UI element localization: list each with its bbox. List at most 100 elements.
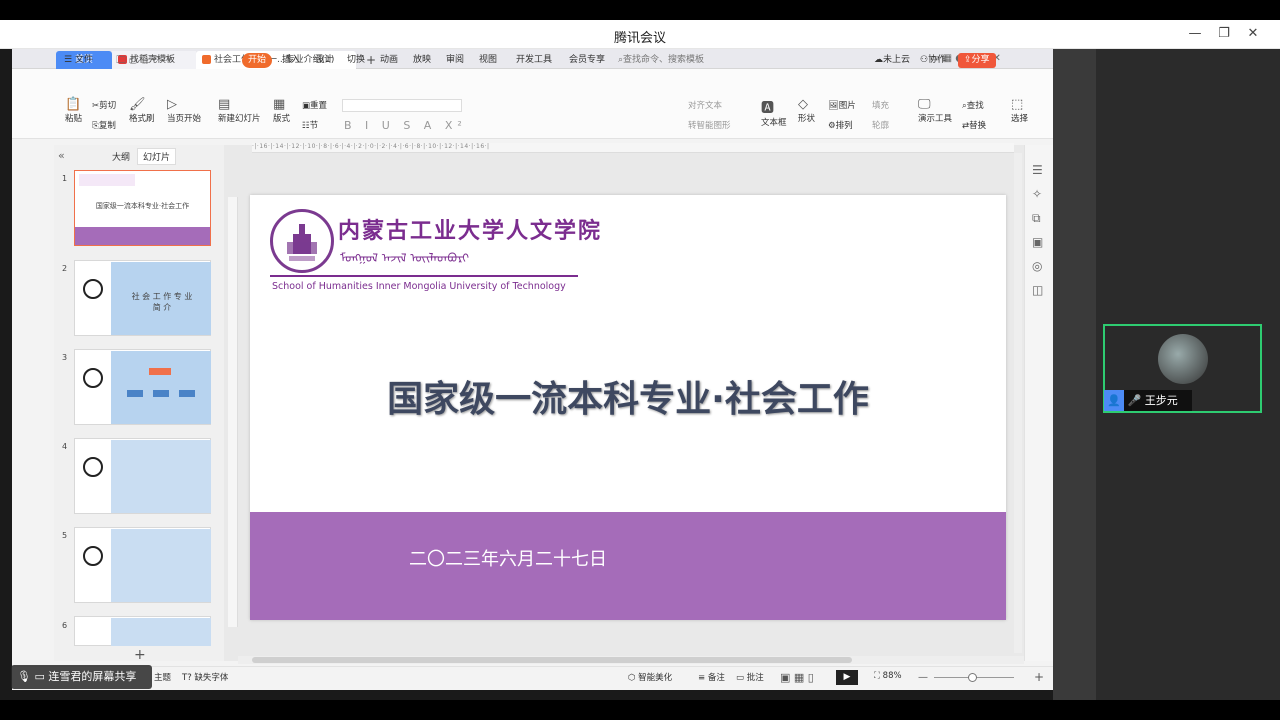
panel-icon[interactable]: ◫	[1032, 283, 1043, 297]
new-slide-button[interactable]: ▤ 新建幻灯片	[218, 97, 261, 124]
font-style-buttons[interactable]: B I U S A X²	[344, 119, 467, 132]
arrange-label: 排列	[835, 121, 853, 131]
slide-thumbnail-2[interactable]: 社 会 工 作 专 业 简 介	[74, 260, 211, 336]
menu-file[interactable]: ☰ 文件	[64, 53, 93, 68]
smartart-button[interactable]: 转智能图形	[688, 119, 731, 131]
restore-button[interactable]: ❐	[1215, 25, 1233, 43]
align-text-button[interactable]: 对齐文本	[688, 99, 722, 111]
zoom-level: 88%	[882, 671, 902, 681]
comment-button[interactable]: ▭ 批注	[736, 671, 764, 683]
ppt-icon	[202, 55, 211, 64]
select-button[interactable]: ⬚ 选择	[1011, 97, 1028, 124]
image-icon[interactable]: ▣	[1032, 235, 1043, 249]
thumb-number: 4	[62, 442, 68, 451]
location-icon[interactable]: ◎	[1032, 259, 1042, 273]
menu-insert[interactable]: 插入	[282, 53, 300, 68]
menu-slideshow[interactable]: 放映	[413, 53, 431, 68]
copy-button[interactable]: ⎘复制	[92, 119, 116, 131]
notes-label: 备注	[707, 673, 725, 683]
properties-icon[interactable]: ☰	[1032, 163, 1043, 177]
section-button[interactable]: ☷节	[302, 119, 318, 131]
section-label: 节	[309, 121, 319, 131]
vertical-scrollbar[interactable]	[1014, 153, 1022, 653]
participant-name-tag: 👤 🎤 王步元	[1104, 390, 1192, 411]
comment-label: 批注	[746, 673, 764, 683]
slide-thumbnail-5[interactable]	[74, 527, 211, 603]
fill-label: 填充	[872, 101, 890, 111]
menu-review[interactable]: 审阅	[446, 53, 464, 68]
textbox-button[interactable]: 🅰 文本框	[761, 97, 787, 128]
minimize-button[interactable]: —	[1186, 25, 1204, 43]
horizontal-scroll-thumb[interactable]	[252, 657, 852, 663]
zoom-slider-handle[interactable]	[968, 673, 977, 682]
textbox-icon: 🅰	[761, 101, 775, 116]
slide-title[interactable]: 国家级一流本科专业·社会工作	[250, 370, 1006, 422]
screen-share-name: 连雪君的屏幕共享	[48, 670, 137, 683]
beautify-button[interactable]: ⬡ 智能美化	[628, 671, 672, 683]
collapse-pane-button[interactable]: «	[58, 149, 65, 162]
building-icon	[287, 224, 317, 261]
meeting-title: 腾讯会议	[613, 31, 666, 46]
slide-thumbnail-4[interactable]	[74, 438, 211, 514]
select-label: 选择	[1011, 114, 1029, 124]
command-search[interactable]: ⌕查找命令、搜索模板	[618, 53, 704, 68]
zoom-out-button[interactable]: —	[918, 672, 928, 683]
notes-button[interactable]: ≡ 备注	[698, 671, 725, 683]
participant-name: 王步元	[1144, 394, 1178, 407]
fill-button[interactable]: 填充	[872, 99, 889, 111]
thumb-logo	[79, 174, 135, 186]
picture-label: 图片	[838, 101, 856, 111]
share-button[interactable]: ⇪分享	[958, 53, 996, 68]
paste-button[interactable]: 📋 粘贴	[65, 97, 82, 124]
thumb-number: 2	[62, 264, 68, 273]
mic-icon: 🎙	[17, 670, 31, 683]
paste-icon: 📋	[65, 97, 82, 112]
menu-view[interactable]: 视图	[479, 53, 497, 68]
find-button[interactable]: ⌕查找	[962, 99, 984, 111]
missing-font-button[interactable]: T? 缺失字体	[182, 671, 228, 683]
thumb-title: 国家级一流本科专业·社会工作	[95, 202, 190, 210]
slide-thumbnail-3[interactable]	[74, 349, 211, 425]
replace-button[interactable]: ⇄替换	[962, 119, 986, 131]
command-search-label: 查找命令、搜索模板	[623, 55, 705, 65]
school-name-chinese: 内蒙古工业大学人文学院	[338, 218, 603, 244]
thumb-number: 6	[62, 621, 68, 630]
slide-date[interactable]: 二〇二三年六月二十七日	[250, 545, 766, 571]
cloud-status[interactable]: ☁未上云	[874, 53, 910, 68]
collab-button[interactable]: ⚇协作	[920, 53, 946, 68]
menu-start[interactable]: 开始	[242, 53, 273, 68]
theme-button[interactable]: 主题	[154, 671, 171, 683]
layout-button[interactable]: ▦ 版式	[273, 97, 290, 124]
quick-access-icons[interactable]: 🗀 ⎙ ⎘ ↶ ↷	[116, 53, 171, 68]
menu-dev[interactable]: 开发工具	[516, 53, 552, 68]
present-tools-button[interactable]: 🖵 演示工具	[918, 97, 952, 124]
copy-icon[interactable]: ⧉	[1032, 211, 1041, 226]
missing-font-label: 缺失字体	[194, 673, 229, 683]
shape-button[interactable]: ◇ 形状	[798, 97, 815, 124]
tab-outline[interactable]: 大纲	[112, 150, 130, 163]
zoom-in-button[interactable]: +	[1034, 670, 1044, 684]
play-slideshow-button[interactable]: ▶	[836, 670, 858, 685]
picture-button[interactable]: 🖼图片	[828, 99, 856, 111]
pin-icon[interactable]: ✧	[1032, 187, 1042, 201]
menu-switch[interactable]: 切换	[347, 53, 365, 68]
slide-thumbnail-6[interactable]	[74, 616, 211, 646]
zoom-fit-button[interactable]: ⛶ 88%	[874, 671, 902, 681]
view-mode-buttons[interactable]: ▣ ▦ ▯	[780, 671, 814, 684]
play-from-current-button[interactable]: ▷ 当页开始	[167, 97, 201, 124]
menu-design[interactable]: 设计	[315, 53, 333, 68]
add-slide-button[interactable]: +	[134, 647, 146, 663]
menu-member[interactable]: 会员专享	[569, 53, 605, 68]
reset-button[interactable]: ▣重置	[302, 99, 327, 111]
menu-animation[interactable]: 动画	[380, 53, 398, 68]
cut-button[interactable]: ✂剪切	[92, 99, 116, 111]
tab-slides[interactable]: 幻灯片	[137, 148, 177, 165]
current-slide[interactable]: 内蒙古工业大学人文学院 ᠮᠣᠩᠭᠣᠯ ᠠᠵᠢᠯ ᠦᠢᠯᠡᠳᠪᠦᠷᠢ School…	[250, 195, 1006, 620]
format-label: 格式刷	[129, 114, 155, 124]
slide-thumbnail-1[interactable]: 国家级一流本科专业·社会工作	[74, 170, 211, 246]
close-button[interactable]: ✕	[1244, 25, 1262, 43]
outline-button[interactable]: 轮廓	[872, 119, 889, 131]
font-family-select[interactable]	[342, 99, 462, 112]
format-painter-button[interactable]: 🖌 格式刷	[129, 97, 155, 124]
arrange-button[interactable]: ⚙排列	[828, 119, 853, 131]
